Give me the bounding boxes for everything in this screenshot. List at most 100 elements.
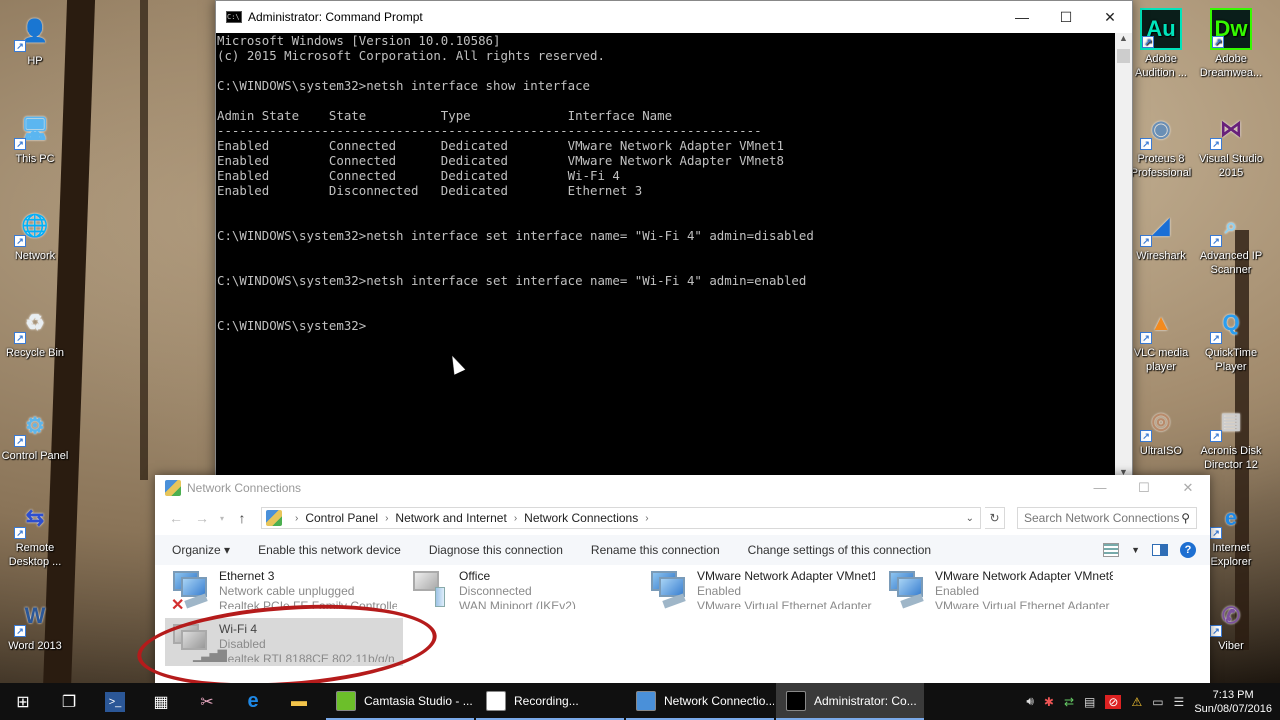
- back-arrow-icon[interactable]: ←: [165, 510, 187, 526]
- desktop-icon-label: Adobe Dreamwea...: [1199, 53, 1263, 79]
- enable-device-button[interactable]: Enable this network device: [258, 543, 401, 557]
- help-icon[interactable]: ?: [1180, 542, 1196, 558]
- file-explorer-icon[interactable]: ▬: [276, 683, 322, 720]
- address-bar[interactable]: › Control Panel › Network and Internet ›…: [261, 507, 981, 529]
- up-arrow-icon[interactable]: ↑: [231, 510, 253, 526]
- desktop-icon[interactable]: ◉ ↗ Proteus 8 Professional: [1126, 108, 1196, 180]
- edge-icon[interactable]: e: [230, 683, 276, 720]
- recent-locations-chevron-icon[interactable]: ▾: [217, 514, 227, 523]
- change-settings-button[interactable]: Change settings of this connection: [748, 543, 931, 557]
- search-input[interactable]: Search Network Connections ⚲: [1017, 507, 1197, 529]
- sync-icon[interactable]: ⇄: [1064, 695, 1074, 709]
- tray-red-app-icon[interactable]: ⊘: [1105, 694, 1122, 709]
- tray-app-icon[interactable]: ✱: [1044, 695, 1054, 709]
- internet-explorer-icon: e ↗: [1210, 497, 1252, 539]
- shortcut-arrow-icon: ↗: [1210, 625, 1222, 637]
- minimize-button[interactable]: —: [1078, 480, 1122, 496]
- change-view-icon[interactable]: [1103, 543, 1120, 557]
- taskbar-task[interactable]: Network Connectio...: [626, 683, 774, 720]
- vertical-scrollbar[interactable]: ▲ ▼: [1115, 33, 1132, 481]
- desktop-icon[interactable]: ⋈ ↗ Visual Studio 2015: [1196, 108, 1266, 180]
- desktop-icon[interactable]: 🖥 ↗ This PC: [0, 108, 70, 166]
- close-button[interactable]: ✕: [1088, 1, 1132, 33]
- calculator-icon[interactable]: ▦: [138, 683, 184, 720]
- minimize-button[interactable]: —: [1000, 1, 1044, 33]
- desktop-icon[interactable]: ⇆ ↗ Remote Desktop ...: [0, 497, 70, 569]
- shortcut-arrow-icon: ↗: [1210, 235, 1222, 247]
- input-method-icon[interactable]: ▤: [1084, 695, 1095, 709]
- powershell-icon[interactable]: >_: [92, 683, 138, 720]
- shortcut-arrow-icon: ↗: [1210, 527, 1222, 539]
- viber-icon: ✆ ↗: [1210, 595, 1252, 637]
- quicktime-icon: Q ↗: [1210, 302, 1252, 344]
- start-icon[interactable]: ⊞: [0, 683, 46, 720]
- taskbar-task[interactable]: Camtasia Studio - ...: [326, 683, 474, 720]
- breadcrumb-network-and-internet[interactable]: Network and Internet: [395, 511, 506, 525]
- battery-icon[interactable]: ▭: [1152, 695, 1163, 709]
- clock[interactable]: 7:13 PM Sun/08/07/2016: [1194, 688, 1272, 716]
- rename-connection-button[interactable]: Rename this connection: [591, 543, 720, 557]
- scroll-up-arrow-icon[interactable]: ▲: [1115, 33, 1132, 47]
- snipping-tool-icon[interactable]: ✂: [184, 683, 230, 720]
- view-options-chevron-icon[interactable]: ▼: [1131, 545, 1140, 555]
- taskbar-task[interactable]: Recording...: [476, 683, 624, 720]
- connection-device: VMware Virtual Ethernet Adapter ...: [697, 599, 875, 609]
- search-placeholder: Search Network Connections: [1024, 511, 1180, 525]
- connection-item[interactable]: VMware Network Adapter VMnet1 Enabled VMwa…: [643, 565, 881, 613]
- desktop-icon[interactable]: 👤 ↗ HP: [0, 10, 70, 68]
- organize-button[interactable]: Organize ▾: [172, 543, 230, 557]
- desktop-icon[interactable]: Q ↗ QuickTime Player: [1196, 302, 1266, 374]
- search-icon[interactable]: ⚲: [1181, 511, 1190, 525]
- breadcrumb-control-panel[interactable]: Control Panel: [305, 511, 378, 525]
- scrollbar-thumb[interactable]: [1117, 49, 1130, 63]
- connection-status: Network cable unplugged: [219, 584, 355, 598]
- ip-scanner-icon: ⌕ ↗: [1210, 205, 1252, 247]
- desktop-icon[interactable]: ♻ ↗ Recycle Bin: [0, 302, 70, 360]
- desktop-icon-label: Visual Studio 2015: [1198, 153, 1263, 179]
- action-center-icon[interactable]: ☰: [1174, 695, 1185, 709]
- cmd-title-bar[interactable]: C:\ Administrator: Command Prompt — ☐ ✕: [216, 1, 1132, 33]
- close-button[interactable]: ✕: [1166, 480, 1210, 496]
- address-dropdown-icon[interactable]: ⌄: [966, 513, 980, 524]
- task-view-icon[interactable]: ❐: [46, 683, 92, 720]
- desktop-icon[interactable]: ◢ ↗ Wireshark: [1126, 205, 1196, 263]
- shortcut-arrow-icon: ↗: [14, 332, 26, 344]
- preview-pane-icon[interactable]: [1152, 544, 1168, 556]
- diagnose-connection-button[interactable]: Diagnose this connection: [429, 543, 563, 557]
- connection-status: Disconnected: [459, 584, 532, 598]
- connection-item[interactable]: Office Disconnected WAN Miniport (IKEv2): [405, 565, 643, 613]
- nc-title-bar[interactable]: Network Connections — ☐ ✕: [155, 475, 1210, 501]
- refresh-icon[interactable]: ↻: [985, 507, 1005, 529]
- desktop-icon[interactable]: Dw ↗ Adobe Dreamwea...: [1196, 8, 1266, 80]
- desktop-icon[interactable]: Au ↗ Adobe Audition ...: [1126, 8, 1196, 80]
- shortcut-arrow-icon: ↗: [1210, 138, 1222, 150]
- console-line: C:\WINDOWS\system32>netsh interface set …: [217, 228, 814, 243]
- forward-arrow-icon[interactable]: →: [191, 510, 213, 526]
- desktop-icon[interactable]: ▤ ↗ Acronis Disk Director 12: [1196, 400, 1266, 472]
- desktop-icon[interactable]: ⚙ ↗ Control Panel: [0, 405, 70, 463]
- recycle-bin-icon: ♻ ↗: [14, 302, 56, 344]
- shortcut-arrow-icon: ↗: [14, 625, 26, 637]
- maximize-button[interactable]: ☐: [1122, 480, 1166, 496]
- maximize-button[interactable]: ☐: [1044, 1, 1088, 33]
- desktop-icon[interactable]: ⌕ ↗ Advanced IP Scanner: [1196, 205, 1266, 277]
- volume-icon[interactable]: 🔊︎: [1026, 694, 1034, 709]
- network-warning-icon[interactable]: ⚠: [1131, 695, 1142, 709]
- shortcut-arrow-icon: ↗: [1210, 332, 1222, 344]
- desktop-icon[interactable]: ◎ ↗ UltraISO: [1126, 400, 1196, 458]
- desktop-icon[interactable]: W ↗ Word 2013: [0, 595, 70, 653]
- breadcrumb-network-connections[interactable]: Network Connections: [524, 511, 638, 525]
- disconnected-x-icon: ✕: [171, 597, 185, 614]
- desktop-icon[interactable]: ▲ ↗ VLC media player: [1126, 302, 1196, 374]
- console-output[interactable]: Microsoft Windows [Version 10.0.10586] (c…: [216, 33, 1115, 481]
- taskbar-task[interactable]: Administrator: Co...: [776, 683, 924, 720]
- connection-item[interactable]: VMware Network Adapter VMnet8 Enabled VMwa…: [881, 565, 1119, 613]
- command-prompt-window[interactable]: C:\ Administrator: Command Prompt — ☐ ✕ …: [215, 0, 1133, 482]
- connection-name: VMware Network Adapter VMnet1: [697, 569, 875, 583]
- desktop-icon[interactable]: 🌐 ↗ Network: [0, 205, 70, 263]
- network-adapter-icon: [649, 569, 689, 609]
